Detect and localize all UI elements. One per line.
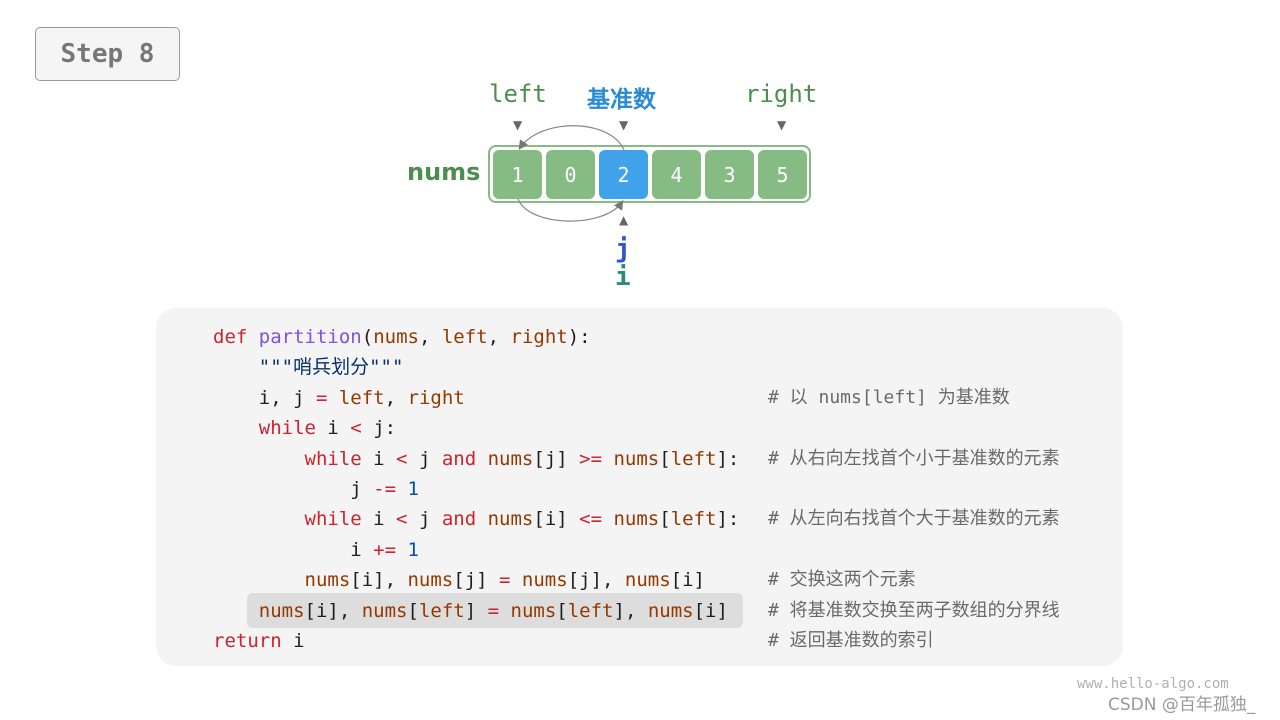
i-pointer-label: i bbox=[615, 262, 631, 292]
code-line: while i < j and nums[i] <= nums[left]: bbox=[304, 508, 740, 531]
code-line: def partition(nums, left, right): bbox=[213, 326, 591, 348]
code-line: return i bbox=[213, 630, 305, 652]
code-line: """哨兵划分""" bbox=[258, 356, 404, 379]
code-line: while i < j: bbox=[258, 417, 397, 440]
code-comment: # 交换这两个元素 bbox=[768, 569, 916, 591]
swap-arc-top bbox=[518, 125, 625, 151]
code-line: nums[i], nums[left] = nums[left], nums[i… bbox=[258, 599, 728, 622]
code-comment: # 从右向左找首个小于基准数的元素 bbox=[768, 447, 1060, 469]
swap-arrows bbox=[517, 125, 625, 222]
code-line: i += 1 bbox=[213, 538, 419, 561]
code-line: i, j = left, right bbox=[213, 386, 465, 409]
ij-pointer-arrow-icon: ▲ bbox=[619, 213, 629, 227]
code-line: j -= 1 bbox=[213, 478, 419, 500]
code-comment: # 返回基准数的索引 bbox=[768, 630, 934, 651]
code-comment: # 从左向右找首个大于基准数的元素 bbox=[768, 508, 1060, 530]
swap-arc-bottom bbox=[517, 198, 624, 222]
code-line: while i < j and nums[j] >= nums[left]: bbox=[304, 447, 740, 470]
code-comment: # 将基准数交换至两子数组的分界线 bbox=[768, 599, 1060, 621]
j-pointer-label: j bbox=[615, 234, 631, 264]
code-comment: # 以 nums[left] 为基准数 bbox=[768, 386, 1010, 408]
code-line: nums[i], nums[j] = nums[j], nums[i] bbox=[304, 569, 705, 592]
watermark-author: CSDN @百年孤独_ bbox=[1108, 695, 1256, 715]
